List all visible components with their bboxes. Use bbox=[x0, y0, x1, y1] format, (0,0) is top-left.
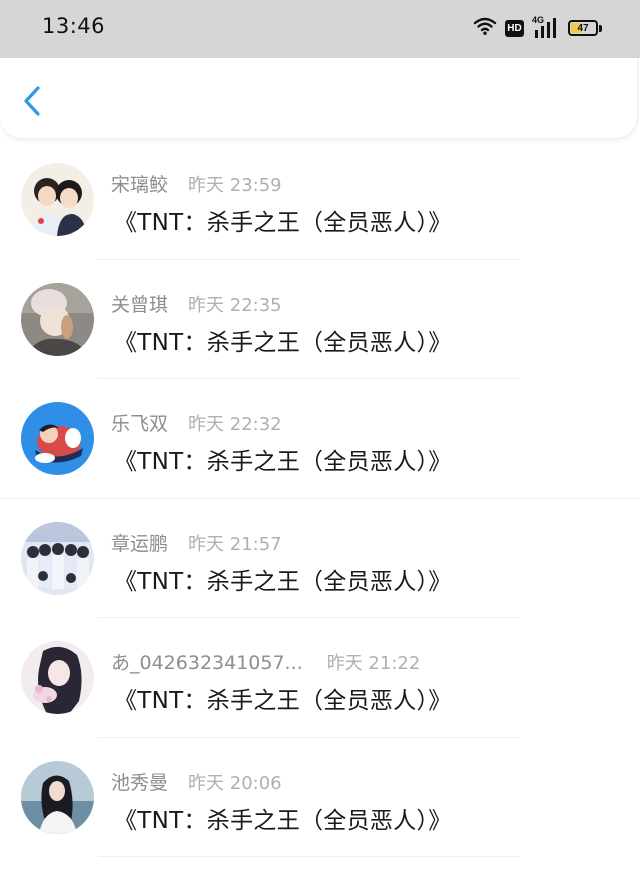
avatar[interactable] bbox=[21, 521, 94, 595]
sender-name[interactable]: 池秀曼 bbox=[111, 768, 168, 795]
message-row[interactable]: 宋璃鲛 昨天 23:59 《TNT：杀手之王（全员恶人）》 bbox=[0, 140, 640, 260]
avatar[interactable] bbox=[21, 282, 94, 356]
message-meta: 章运鹏 昨天 21:57 bbox=[111, 529, 282, 556]
sender-name[interactable]: 章运鹏 bbox=[111, 529, 168, 556]
message-meta: あ_042632341057... 昨天 21:22 bbox=[111, 648, 420, 675]
timestamp: 昨天 22:35 bbox=[188, 294, 282, 316]
status-icons: HD 4G 47 bbox=[473, 15, 602, 41]
message-text[interactable]: 《TNT：杀手之王（全员恶人）》 bbox=[114, 442, 452, 476]
hd-icon: HD bbox=[505, 19, 524, 37]
avatar[interactable] bbox=[21, 163, 94, 236]
chevron-left-icon bbox=[24, 86, 40, 116]
avatar[interactable] bbox=[21, 760, 94, 834]
sender-name[interactable]: 关曾琪 bbox=[111, 290, 168, 317]
message-row[interactable]: 章运鹏 昨天 21:57 《TNT：杀手之王（全员恶人）》 bbox=[0, 499, 640, 618]
sender-name[interactable]: あ_042632341057... bbox=[111, 648, 303, 675]
wifi-icon bbox=[473, 16, 497, 40]
message-meta: 关曾琪 昨天 22:35 bbox=[111, 290, 282, 317]
message-row[interactable]: 池秀曼 昨天 20:06 《TNT：杀手之王（全员恶人）》 bbox=[0, 738, 640, 857]
message-row[interactable]: あ_042632341057... 昨天 21:22 《TNT：杀手之王（全员恶… bbox=[0, 618, 640, 738]
message-text[interactable]: 《TNT：杀手之王（全员恶人）》 bbox=[114, 681, 452, 715]
battery-level: 47 bbox=[577, 22, 589, 34]
message-meta: 池秀曼 昨天 20:06 bbox=[111, 768, 282, 795]
message-text[interactable]: 《TNT：杀手之王（全员恶人）》 bbox=[114, 801, 452, 835]
timestamp: 昨天 22:32 bbox=[188, 414, 282, 435]
message-list: 宋璃鲛 昨天 23:59 《TNT：杀手之王（全员恶人）》 关曾琪 昨天 22:… bbox=[0, 140, 640, 857]
timestamp: 昨天 20:06 bbox=[188, 772, 282, 794]
nav-header bbox=[0, 58, 638, 139]
sender-name[interactable]: 宋璃鲛 bbox=[111, 170, 168, 197]
timestamp: 昨天 21:57 bbox=[188, 533, 282, 555]
battery-icon: 47 bbox=[568, 20, 602, 36]
avatar[interactable] bbox=[21, 402, 94, 475]
message-text[interactable]: 《TNT：杀手之王（全员恶人）》 bbox=[114, 203, 452, 237]
divider bbox=[98, 856, 520, 857]
message-text[interactable]: 《TNT：杀手之王（全员恶人）》 bbox=[114, 323, 452, 357]
timestamp: 昨天 23:59 bbox=[188, 175, 282, 196]
status-bar: 13:46 HD 4G 47 bbox=[0, 0, 640, 58]
message-meta: 乐飞双 昨天 22:32 bbox=[111, 409, 282, 436]
sender-name[interactable]: 乐飞双 bbox=[111, 409, 168, 436]
message-meta: 宋璃鲛 昨天 23:59 bbox=[111, 170, 282, 197]
battery-tip bbox=[599, 24, 602, 32]
avatar[interactable] bbox=[21, 641, 94, 714]
back-button[interactable] bbox=[18, 84, 48, 118]
message-text[interactable]: 《TNT：杀手之王（全员恶人）》 bbox=[114, 562, 452, 596]
cellular-signal-icon: 4G bbox=[532, 15, 560, 39]
message-row[interactable]: 乐飞双 昨天 22:32 《TNT：杀手之王（全员恶人）》 bbox=[0, 379, 640, 499]
message-row[interactable]: 关曾琪 昨天 22:35 《TNT：杀手之王（全员恶人）》 bbox=[0, 260, 640, 379]
battery-body: 47 bbox=[568, 20, 598, 36]
status-time: 13:46 bbox=[42, 14, 106, 38]
timestamp: 昨天 21:22 bbox=[326, 653, 421, 674]
